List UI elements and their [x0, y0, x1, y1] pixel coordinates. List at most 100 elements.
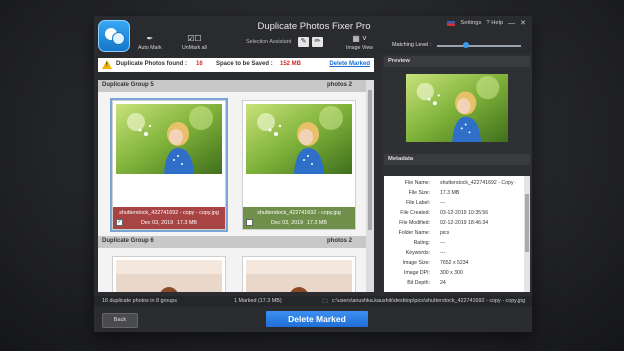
metadata-key: File Name: — [404, 180, 430, 186]
title-bar: Duplicate Photos Fixer Pro Settings ? He… — [94, 16, 532, 54]
checkbox-toggle-icon: ☑☐ — [187, 34, 202, 43]
metadata-row: Keywords: --- — [384, 250, 524, 260]
photo-checkbox[interactable] — [246, 219, 253, 226]
selection-assistant-edit-button[interactable]: ✏ — [312, 37, 323, 47]
bottom-bar: Back Delete Marked — [94, 308, 532, 332]
unmark-all-button[interactable]: ☑☐ UnMark all — [182, 34, 207, 51]
metadata-value: pics — [440, 230, 450, 236]
settings-menu[interactable]: Settings — [460, 20, 481, 26]
metadata-key: File Modified: — [399, 220, 430, 226]
metadata-row: Image DPI: 300 x 300 — [384, 270, 524, 280]
group-header: Duplicate Group 5 photos 2 — [98, 80, 366, 92]
top-right-menu: Settings ? Help — ✕ — [447, 19, 526, 27]
metadata-value: 7652 x 5234 — [440, 260, 469, 266]
photo-card[interactable] — [112, 256, 226, 292]
wand-icon: ✒ — [146, 34, 154, 43]
group-header: Duplicate Group 6 photos 2 — [98, 236, 366, 248]
photo-card[interactable]: shutterstock_422741692 - copy.jpg Dec 03… — [242, 100, 356, 230]
photo-card[interactable] — [242, 256, 356, 292]
metadata-row: Folder Name: pics — [384, 230, 524, 240]
matching-level-label: Matching Level : — [392, 42, 432, 48]
help-menu[interactable]: ? Help — [486, 20, 503, 26]
metadata-key: File Label: — [406, 200, 430, 206]
app-logo-icon — [98, 20, 130, 52]
metadata-row: File Name: shutterstock_422741692 - Copy … — [384, 180, 524, 190]
pencil-icon: ✏ — [314, 38, 321, 45]
delete-marked-button[interactable]: Delete Marked — [266, 311, 368, 327]
metadata-row: File Created: 03-12-2019 10:35:56 — [384, 210, 524, 220]
metadata-scrollbar[interactable] — [524, 176, 530, 292]
photo-size: 17.3 MB — [176, 220, 197, 226]
flag-icon[interactable] — [447, 20, 456, 26]
grid-view-icon: ▦ ˅ — [352, 34, 367, 43]
preview-image — [406, 74, 508, 142]
photo-thumbnail — [246, 260, 352, 292]
metadata-key: Bit Depth: — [407, 280, 430, 286]
status-marked: 1 Marked (17.3 MB) — [234, 298, 282, 304]
found-count: 16 — [196, 61, 203, 67]
metadata-key: Keywords: — [405, 250, 430, 256]
metadata-value: 300 x 300 — [440, 270, 463, 276]
close-button[interactable]: ✕ — [520, 19, 526, 27]
photo-thumbnail — [116, 260, 222, 292]
auto-mark-button[interactable]: ✒ Auto Mark — [138, 34, 162, 51]
metadata-key: Rating: — [413, 240, 430, 246]
metadata-row: File Label: --- — [384, 200, 524, 210]
photo-thumbnail — [116, 104, 222, 174]
metadata-key: Folder Name: — [398, 230, 430, 236]
minimize-button[interactable]: — — [508, 20, 515, 27]
photo-size: 17.3 MB — [306, 220, 327, 226]
back-button[interactable]: Back — [102, 313, 138, 328]
metadata-key: File Created: — [400, 210, 430, 216]
delete-marked-link[interactable]: Delete Marked — [329, 61, 370, 67]
photo-card[interactable]: shutterstock_422741692 - copy - copy.jpg… — [110, 98, 228, 232]
metadata-value: 17.3 MB — [440, 190, 460, 196]
photo-date: Dec 03, 2019 — [271, 220, 304, 226]
metadata-value: 03-12-2019 10:35:56 — [440, 210, 489, 216]
found-label: Duplicate Photos found : — [116, 61, 187, 67]
app-title: Duplicate Photos Fixer Pro — [257, 21, 371, 32]
metadata-value: --- — [440, 240, 446, 246]
wand-icon: ✎ — [300, 38, 307, 45]
photo-filename: shutterstock_422741692 - copy.jpg — [257, 210, 341, 216]
image-view-button[interactable]: ▦ ˅ Image View — [346, 34, 373, 51]
status-bar: 16 duplicate photos in 8 groups 1 Marked… — [94, 296, 532, 306]
photo-caption: shutterstock_422741692 - copy - copy.jpg… — [113, 207, 225, 229]
scrollbar-thumb[interactable] — [525, 194, 529, 252]
space-label: Space to be Saved : — [216, 61, 273, 67]
metadata-key: Image Size: — [402, 260, 430, 266]
matching-level-slider[interactable] — [437, 42, 521, 48]
metadata-value: shutterstock_422741692 - Copy - Copy.jpg — [440, 180, 516, 186]
metadata-key: File Size: — [408, 190, 430, 196]
metadata-header: Metadata — [384, 154, 530, 165]
folder-icon: 🗀 — [322, 299, 328, 305]
photo-checkbox[interactable]: ✓ — [116, 219, 123, 226]
warning-icon: ! — [102, 60, 112, 69]
preview-header: Preview — [384, 56, 530, 67]
metadata-row: File Modified: 02-12-2019 18:46:34 — [384, 220, 524, 230]
metadata-value: 02-12-2019 18:46:34 — [440, 220, 489, 226]
status-groups: 16 duplicate photos in 8 groups — [102, 298, 177, 304]
metadata-value: 24 — [440, 280, 446, 286]
selection-assistant-wand-button[interactable]: ✎ — [298, 37, 309, 47]
status-path: c:\users\anushka.kaushik\desktop\pics\sh… — [332, 298, 526, 304]
space-value: 152 MB — [280, 61, 302, 67]
list-scrollbar[interactable] — [366, 80, 374, 292]
metadata-row: Bit Depth: 24 — [384, 280, 524, 290]
selection-assistant-label: Selection Assistant — [246, 39, 292, 45]
photo-thumbnail — [246, 104, 352, 174]
side-panel: Preview Metadata File Name: shutterstock_… — [382, 54, 532, 292]
photo-filename: shutterstock_422741692 - copy - copy.jpg — [119, 210, 219, 216]
metadata-value: --- — [440, 200, 446, 206]
metadata-key: Image DPI: — [404, 270, 430, 276]
photo-caption: shutterstock_422741692 - copy.jpg Dec 03… — [243, 207, 355, 229]
duplicate-groups-list[interactable]: Duplicate Group 5 photos 2 shutterstock_… — [98, 80, 374, 292]
metadata-row: Image Size: 7652 x 5234 — [384, 260, 524, 270]
metadata-row: Rating: --- — [384, 240, 524, 250]
metadata-value: --- — [440, 250, 446, 256]
photo-date: Dec 03, 2019 — [141, 220, 174, 226]
scrollbar-thumb[interactable] — [368, 90, 372, 230]
summary-bar: ! Duplicate Photos found : 16 Space to b… — [98, 58, 374, 72]
slider-handle[interactable] — [463, 42, 470, 48]
metadata-table: File Name: shutterstock_422741692 - Copy … — [384, 176, 530, 292]
